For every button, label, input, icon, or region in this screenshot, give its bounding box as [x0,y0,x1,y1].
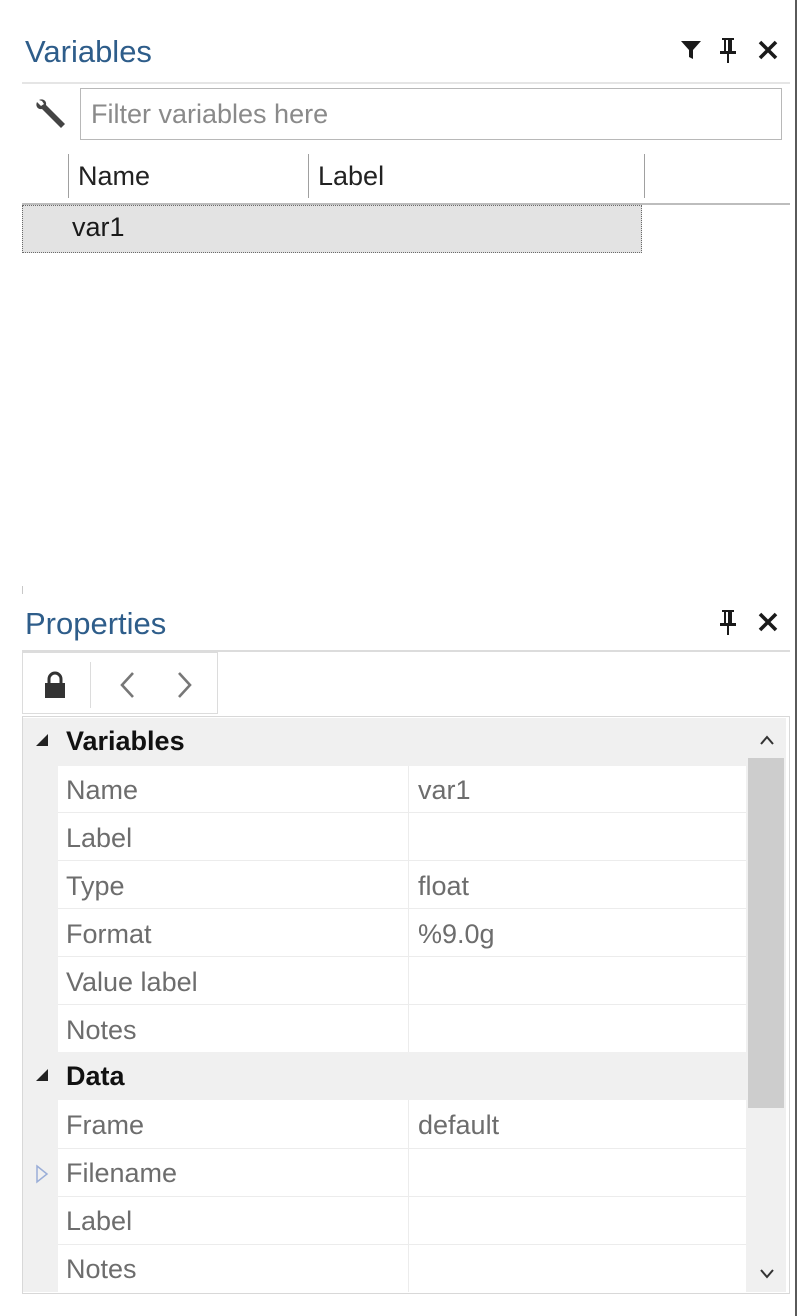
row-separator [58,1148,746,1149]
property-name[interactable]: Value label [66,967,198,998]
category-label: Data [66,1061,125,1091]
toolbar-divider [90,662,91,708]
property-value[interactable]: default [418,1110,499,1141]
row-separator [58,1196,746,1197]
column-header-label[interactable]: Label [318,161,384,192]
variable-name-cell[interactable]: var1 [72,212,125,243]
property-name[interactable]: Name [66,775,138,806]
collapse-triangle-icon[interactable] [34,1067,50,1083]
expand-triangle-icon[interactable] [35,1164,49,1184]
row-separator [58,1004,746,1005]
property-value[interactable]: float [418,871,469,902]
property-name[interactable]: Label [66,823,132,854]
chevron-right-icon[interactable] [170,668,198,702]
window-edge [795,0,797,1316]
row-separator [58,860,746,861]
properties-panel-title: Properties [25,606,167,641]
pin-icon[interactable] [714,606,742,638]
property-name[interactable]: Notes [66,1254,137,1285]
column-divider[interactable] [644,154,645,198]
property-value[interactable]: var1 [418,775,471,806]
column-divider[interactable] [68,154,69,198]
scrollbar-thumb[interactable] [748,758,784,1108]
property-name[interactable]: Filename [66,1158,177,1189]
property-name[interactable]: Format [66,919,152,950]
property-value[interactable]: %9.0g [418,919,495,950]
scroll-down-icon[interactable] [752,1262,782,1286]
pin-icon[interactable] [714,34,742,66]
variables-panel-title: Variables [25,34,152,69]
splitter-handle[interactable] [22,586,23,594]
filter-variables-input[interactable] [80,88,782,140]
grid-column-divider [408,766,409,1052]
row-separator [58,956,746,957]
grid-gutter [23,1100,58,1292]
row-separator [58,1244,746,1245]
close-icon[interactable] [754,36,782,64]
wrench-icon[interactable] [30,94,72,134]
property-name[interactable]: Notes [66,1015,137,1046]
filter-icon[interactable] [676,36,706,64]
column-divider[interactable] [308,154,309,198]
row-separator [58,908,746,909]
property-name[interactable]: Frame [66,1110,144,1141]
property-name[interactable]: Type [66,871,125,902]
property-name[interactable]: Label [66,1206,132,1237]
row-separator [58,812,746,813]
category-label: Variables [66,726,185,756]
scroll-up-icon[interactable] [752,728,782,752]
column-header-name[interactable]: Name [78,161,150,192]
category-row[interactable] [23,1052,746,1100]
collapse-triangle-icon[interactable] [34,732,50,748]
chevron-left-icon[interactable] [114,668,142,702]
close-icon[interactable] [754,608,782,636]
lock-icon[interactable] [40,668,70,702]
grid-gutter [23,766,58,1052]
